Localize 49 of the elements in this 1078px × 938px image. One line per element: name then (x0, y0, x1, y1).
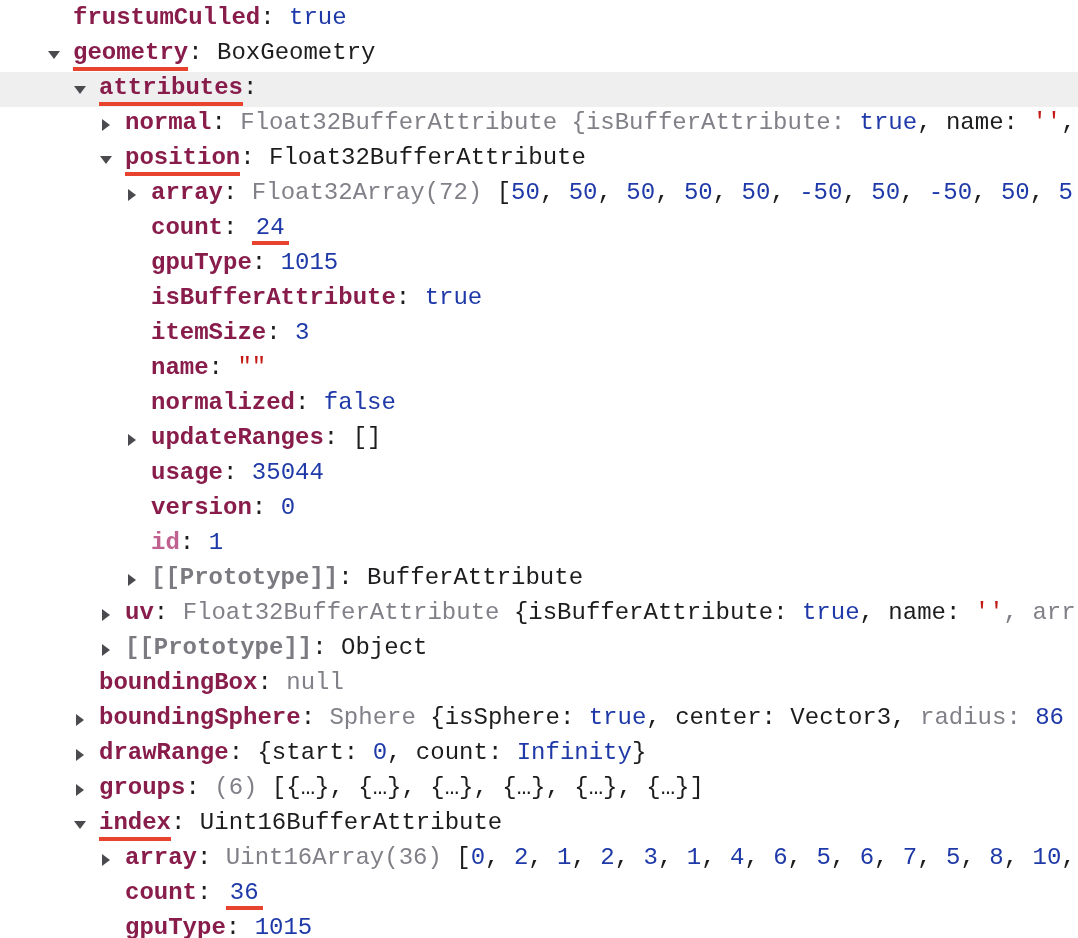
property-value: : Float32BufferAttribute {isBufferAttribute: true, name: '', (211, 108, 1076, 138)
property-value: : Float32BufferAttribute {isBufferAttribute: true, name: '', arr (153, 598, 1076, 628)
property-key: boundingBox (99, 668, 258, 701)
property-key: count (151, 213, 223, 246)
property-value: : {start: 0, count: Infinity} (228, 738, 647, 768)
property-value: : Float32BufferAttribute (240, 143, 586, 173)
property-key: id (151, 528, 180, 561)
property-key: name (151, 353, 209, 386)
property-value: : BufferAttribute (338, 563, 584, 593)
property-key: boundingSphere (99, 703, 301, 736)
property-value: : true (260, 3, 347, 33)
property-key: [[Prototype]] (151, 563, 339, 596)
property-key: array (125, 843, 197, 876)
property-key: normal (125, 108, 212, 141)
property-value: : 1015 (251, 248, 339, 278)
property-key: array (151, 178, 223, 211)
property-value: : [] (323, 423, 382, 453)
property-key: normalized (151, 388, 296, 421)
property-value: : 3 (266, 318, 310, 348)
property-value: : 1015 (225, 913, 313, 938)
property-key: drawRange (99, 738, 229, 771)
property-value: : "" (208, 353, 267, 383)
property-value: : 1 (179, 528, 224, 558)
property-key: usage (151, 458, 223, 491)
property-value: : BoxGeometry (188, 38, 376, 68)
property-value: : Float32Array(72) [50, 50, 50, 50, 50, -50, 50, -50, 50, 5 (223, 178, 1073, 208)
property-key: version (151, 493, 252, 526)
property-value: : Object (312, 633, 428, 663)
property-key: itemSize (151, 318, 267, 351)
property-key: [[Prototype]] (125, 633, 313, 666)
property-value: : Sphere {isSphere: true, center: Vector3, radius: 86 (300, 703, 1064, 733)
property-value: : false (295, 388, 396, 418)
property-key: uv (125, 598, 154, 631)
property-key: updateRanges (151, 423, 324, 456)
property-key: gpuType (151, 248, 252, 281)
property-value: : (6) [{…}, {…}, {…}, {…}, {…}, {…}] (185, 773, 704, 803)
property-key: frustumCulled (73, 3, 261, 36)
property-key: isBufferAttribute (151, 283, 396, 316)
property-key: count (125, 878, 197, 911)
property-value: : 35044 (223, 458, 324, 488)
property-value: : Uint16BufferAttribute (171, 808, 503, 838)
property-value: : Uint16Array(36) [0, 2, 1, 2, 3, 1, 4, 6, 5, 6, 7, 5, 8, 10, (197, 843, 1076, 873)
property-value: : true (395, 283, 483, 313)
property-value: : (243, 73, 258, 103)
property-value: : 0 (251, 493, 296, 523)
property-value: : null (257, 668, 344, 698)
property-key: gpuType (125, 913, 226, 938)
property-key: groups (99, 773, 186, 806)
tree-row[interactable]: attributes: (0, 72, 1078, 107)
